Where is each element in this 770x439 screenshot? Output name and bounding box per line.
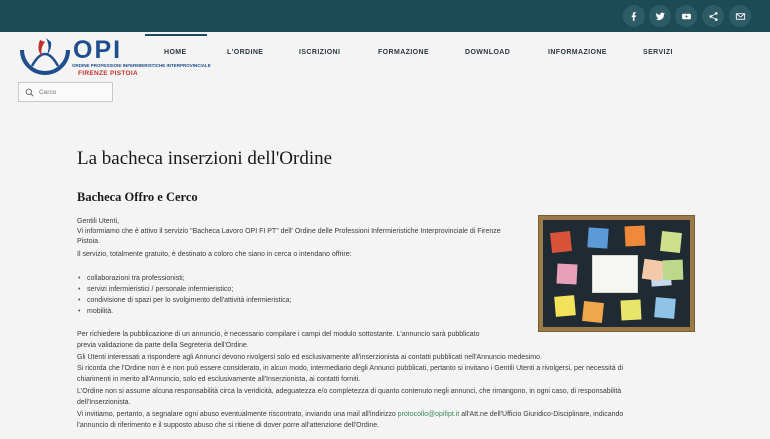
share-icon[interactable]: [702, 5, 724, 27]
greeting: Gentili Utenti,: [77, 218, 120, 225]
paragraph-responsibility: L'Ordine non si assume alcuna responsabi…: [77, 388, 622, 395]
sticky-note: [582, 301, 604, 323]
sticky-note: [654, 297, 676, 319]
intro-text: Vi informiamo che è attivo il servizio "…: [77, 228, 501, 235]
search-icon[interactable]: [25, 88, 34, 97]
logo-wordmark: OPI: [73, 36, 123, 64]
sticky-note: [554, 295, 576, 317]
sticky-note: [587, 227, 609, 249]
nav-item-home[interactable]: HOME: [164, 49, 187, 56]
nav-item-informazione[interactable]: INFORMAZIONE: [548, 49, 607, 56]
nav-item-servizi[interactable]: SERVIZI: [643, 49, 673, 56]
list-item: servizi infermieristici / personale infe…: [78, 285, 233, 295]
sticky-note: [550, 231, 572, 253]
paragraph-contacts: Gli Utenti interessati a rispondere agli…: [77, 354, 542, 361]
site-header: OPI ORDINE PROFESSIONI INFERMIERISTICHE …: [0, 32, 770, 144]
paragraph-publication: Per richiedere la pubblicazione di un an…: [77, 331, 480, 338]
list-item: condivisione di spazi per lo svolgimento…: [78, 296, 291, 306]
page-title: La bacheca inserzioni dell'Ordine: [77, 148, 333, 169]
nav-item-download[interactable]: DOWNLOAD: [465, 49, 510, 56]
top-bar: [0, 0, 770, 32]
logo-subtitle: ORDINE PROFESSIONI INFERMIERISTICHE INTE…: [72, 63, 211, 69]
board-center-paper: [592, 255, 638, 293]
paragraph-disclaimer: Si ricorda che l'Ordine non è e non può …: [77, 365, 624, 372]
logo-location: FIRENZE PISTOIA: [78, 70, 138, 77]
sticky-note: [556, 263, 578, 285]
bulletin-board-image: [538, 215, 695, 332]
list-item: mobilità.: [78, 307, 113, 317]
twitter-icon[interactable]: [649, 5, 671, 27]
nav-item-iscrizioni[interactable]: ISCRIZIONI: [299, 49, 340, 56]
paragraph-responsibility-cont: dell'Inserzionista.: [77, 399, 131, 406]
protocol-email-link[interactable]: protocollo@opifipt.it: [398, 411, 460, 418]
paragraph-report-cont: l'annuncio di riferimento e il supposto …: [77, 422, 380, 429]
sticky-note: [662, 259, 684, 281]
paragraph-publication-cont: previa validazione da parte della Segret…: [77, 342, 249, 349]
mail-icon[interactable]: [729, 5, 751, 27]
board-surface: [543, 220, 690, 327]
nav-item-ordine[interactable]: L'ORDINE: [227, 49, 263, 56]
sticky-note: [624, 225, 646, 247]
intro-text-cont: Pistoia.: [77, 238, 100, 245]
sticky-note: [641, 258, 665, 282]
youtube-icon[interactable]: [675, 5, 697, 27]
intro-service-text: Il servizio, totalmente gratuito, è dest…: [77, 251, 352, 258]
nav-item-formazione[interactable]: FORMAZIONE: [378, 49, 429, 56]
opi-emblem-icon: [20, 38, 70, 75]
list-item: collaborazioni tra professionisti;: [78, 274, 185, 284]
nav-active-indicator: [145, 34, 207, 36]
opi-logo[interactable]: OPI ORDINE PROFESSIONI INFERMIERISTICHE …: [18, 36, 211, 82]
sticky-note: [620, 299, 642, 321]
report-text-pre: Vi invitiamo, pertanto, a segnalare ogni…: [77, 411, 398, 418]
paragraph-disclaimer-cont: chiarimenti in merito all'Annuncio, solo…: [77, 376, 361, 383]
search-input[interactable]: [39, 86, 109, 99]
facebook-icon[interactable]: [623, 5, 645, 27]
paragraph-report: Vi invitiamo, pertanto, a segnalare ogni…: [77, 410, 623, 420]
search-box: [18, 82, 113, 102]
sticky-note: [660, 231, 682, 253]
report-text-post: all'Att.ne dell'Ufficio Giuridico-Discip…: [459, 411, 624, 418]
section-subtitle: Bacheca Offro e Cerco: [77, 190, 198, 204]
